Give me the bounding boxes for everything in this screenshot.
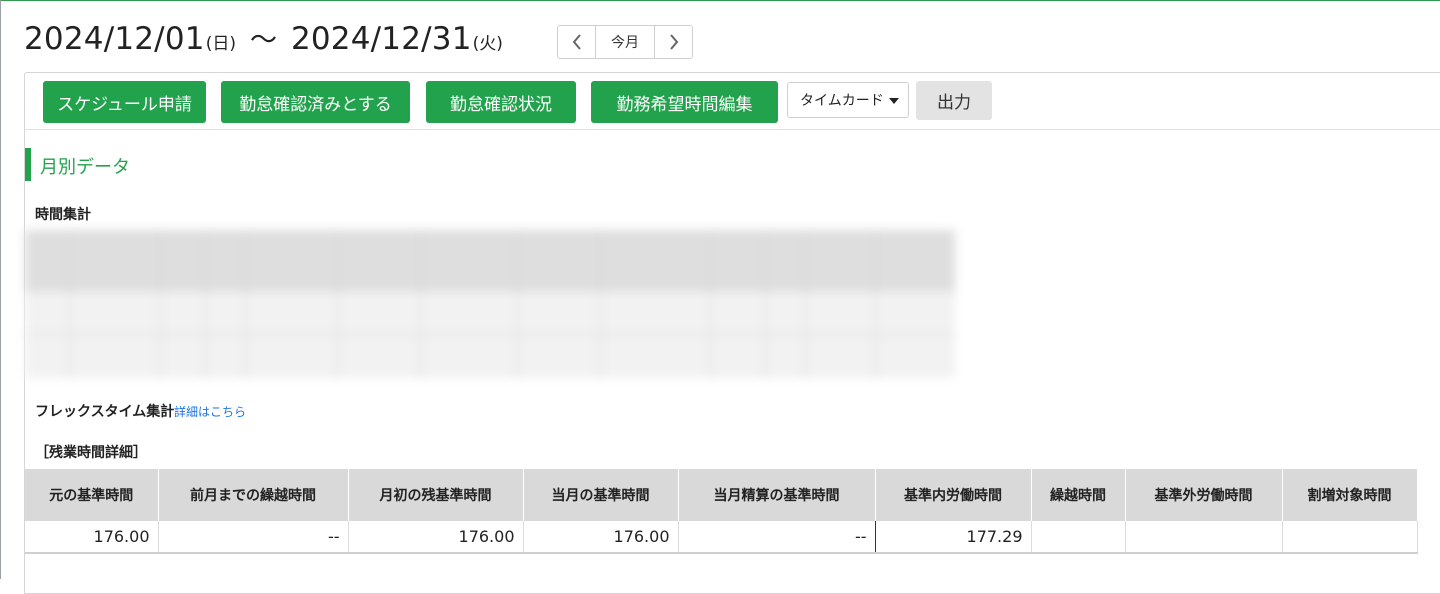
main-panel: スケジュール申請 勤怠確認済みとする 勤怠確認状況 勤務希望時間編集 タイムカー…	[24, 72, 1440, 594]
table-cell: 176.00	[25, 521, 159, 554]
column-header: 前月までの繰越時間	[158, 469, 349, 521]
output-button[interactable]: 出力	[916, 81, 992, 120]
table-cell: 176.00	[523, 521, 679, 554]
column-header: 月初の残基準時間	[348, 469, 524, 521]
start-day: (日)	[205, 34, 236, 54]
export-type-select[interactable]: タイムカード	[787, 82, 909, 118]
date-separator: 〜	[249, 25, 277, 56]
prev-month-button[interactable]	[558, 26, 595, 58]
edit-preferred-hours-button[interactable]: 勤務希望時間編集	[591, 81, 778, 123]
flex-detail-link[interactable]: 詳細はこちら	[174, 403, 246, 420]
section-accent-bar	[25, 148, 31, 181]
end-day: (火)	[472, 34, 503, 54]
column-header: 基準外労働時間	[1125, 469, 1283, 521]
start-date: 2024/12/01	[24, 21, 205, 57]
table-cell: 177.29	[875, 521, 1032, 554]
time-summary-title: 時間集計	[35, 207, 91, 223]
table-cell	[1031, 521, 1126, 554]
table-cell: --	[678, 521, 876, 554]
flex-time-summary-title: フレックスタイム集計	[35, 404, 175, 420]
section-title: 月別データ	[40, 157, 130, 178]
column-header: 割増対象時間	[1282, 469, 1418, 521]
overtime-detail-table: 元の基準時間 前月までの繰越時間 月初の残基準時間 当月の基準時間 当月精算の基…	[25, 469, 1418, 554]
export-type-value: タイムカード	[800, 93, 884, 109]
chevron-left-icon	[572, 34, 581, 50]
caret-down-icon	[889, 98, 899, 104]
date-range: 2024/12/01 (日) 〜 2024/12/31 (火)	[24, 18, 503, 57]
column-header: 基準内労働時間	[875, 469, 1032, 521]
window-top-border	[0, 0, 1440, 1]
table-cell	[1282, 521, 1418, 554]
schedule-request-button[interactable]: スケジュール申請	[43, 81, 206, 123]
mark-attendance-confirmed-button[interactable]: 勤怠確認済みとする	[221, 81, 410, 123]
month-navigation: 今月	[557, 25, 693, 59]
column-header: 当月精算の基準時間	[678, 469, 876, 521]
column-header: 元の基準時間	[25, 469, 159, 521]
table-cell	[1125, 521, 1283, 554]
column-header: 繰越時間	[1031, 469, 1126, 521]
overtime-detail-title: ［残業時間詳細］	[35, 445, 147, 461]
next-month-button[interactable]	[655, 26, 692, 58]
end-date: 2024/12/31	[290, 21, 472, 57]
table-cell: 176.00	[348, 521, 524, 554]
action-toolbar: スケジュール申請 勤怠確認済みとする 勤怠確認状況 勤務希望時間編集 タイムカー…	[25, 73, 1440, 130]
blurred-time-summary-table	[25, 230, 955, 378]
window-left-border	[0, 0, 1, 579]
attendance-confirmation-status-button[interactable]: 勤怠確認状況	[426, 81, 576, 123]
column-header: 当月の基準時間	[523, 469, 679, 521]
table-cell: --	[158, 521, 349, 554]
table-header-row: 元の基準時間 前月までの繰越時間 月初の残基準時間 当月の基準時間 当月精算の基…	[25, 469, 1418, 521]
current-month-button[interactable]: 今月	[595, 26, 655, 58]
chevron-right-icon	[669, 34, 678, 50]
table-row: 176.00 -- 176.00 176.00 -- 177.29	[25, 521, 1418, 554]
